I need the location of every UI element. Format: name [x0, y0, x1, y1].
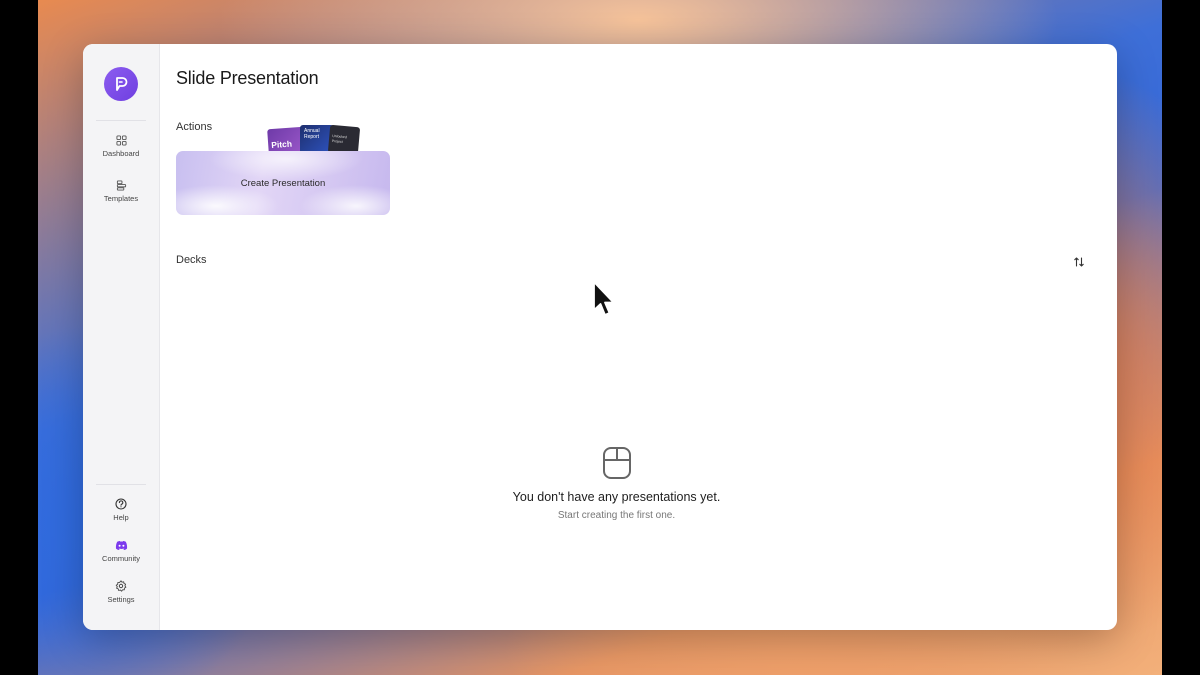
discord-icon — [115, 540, 127, 550]
actions-section-label: Actions — [176, 121, 213, 133]
sidebar-item-help[interactable]: Help — [83, 498, 159, 522]
create-presentation-label: Create Presentation — [240, 177, 326, 189]
page-title: Slide Presentation — [176, 68, 319, 88]
sidebar-item-templates[interactable]: Templates — [83, 180, 159, 203]
sidebar-item-label: Templates — [103, 194, 139, 203]
decks-section-label: Decks — [176, 254, 207, 266]
gear-icon — [115, 580, 127, 592]
main-content: Slide Presentation Actions Pitch Annual … — [176, 44, 1117, 630]
empty-state-title: You don't have any presentations yet. — [512, 490, 721, 504]
grid-icon — [115, 135, 127, 146]
app-logo[interactable] — [104, 67, 138, 101]
sidebar-divider-bottom — [96, 484, 146, 485]
mouse-icon — [602, 447, 631, 479]
sidebar-item-label: Dashboard — [102, 149, 140, 158]
create-presentation-card[interactable]: Create Presentation — [176, 151, 390, 215]
empty-state: You don't have any presentations yet. St… — [176, 446, 1117, 521]
sort-arrows-icon — [1074, 257, 1084, 267]
sidebar-item-community[interactable]: Community — [83, 540, 159, 563]
mouse-cursor-icon — [593, 281, 615, 316]
sidebar-divider-top — [96, 120, 146, 121]
sort-button[interactable] — [1071, 254, 1087, 270]
sidebar-item-label: Help — [113, 513, 129, 522]
empty-state-subtitle: Start creating the first one. — [557, 510, 676, 521]
deck-thumbnail-label: Annual Report — [304, 128, 320, 140]
sidebar-item-dashboard[interactable]: Dashboard — [83, 135, 159, 158]
logo-icon — [116, 77, 128, 91]
sidebar: Dashboard Templates Help Community Setti… — [83, 44, 160, 630]
sidebar-item-label: Community — [102, 554, 140, 563]
sidebar-item-settings[interactable]: Settings — [83, 580, 159, 604]
deck-thumbnail-label: Unlocked Project — [331, 133, 348, 144]
app-window: Dashboard Templates Help Community Setti… — [83, 44, 1117, 630]
templates-icon — [116, 180, 126, 191]
help-icon — [115, 498, 127, 510]
deck-thumbnail-label: Pitch — [270, 138, 293, 151]
sidebar-item-label: Settings — [107, 595, 135, 604]
